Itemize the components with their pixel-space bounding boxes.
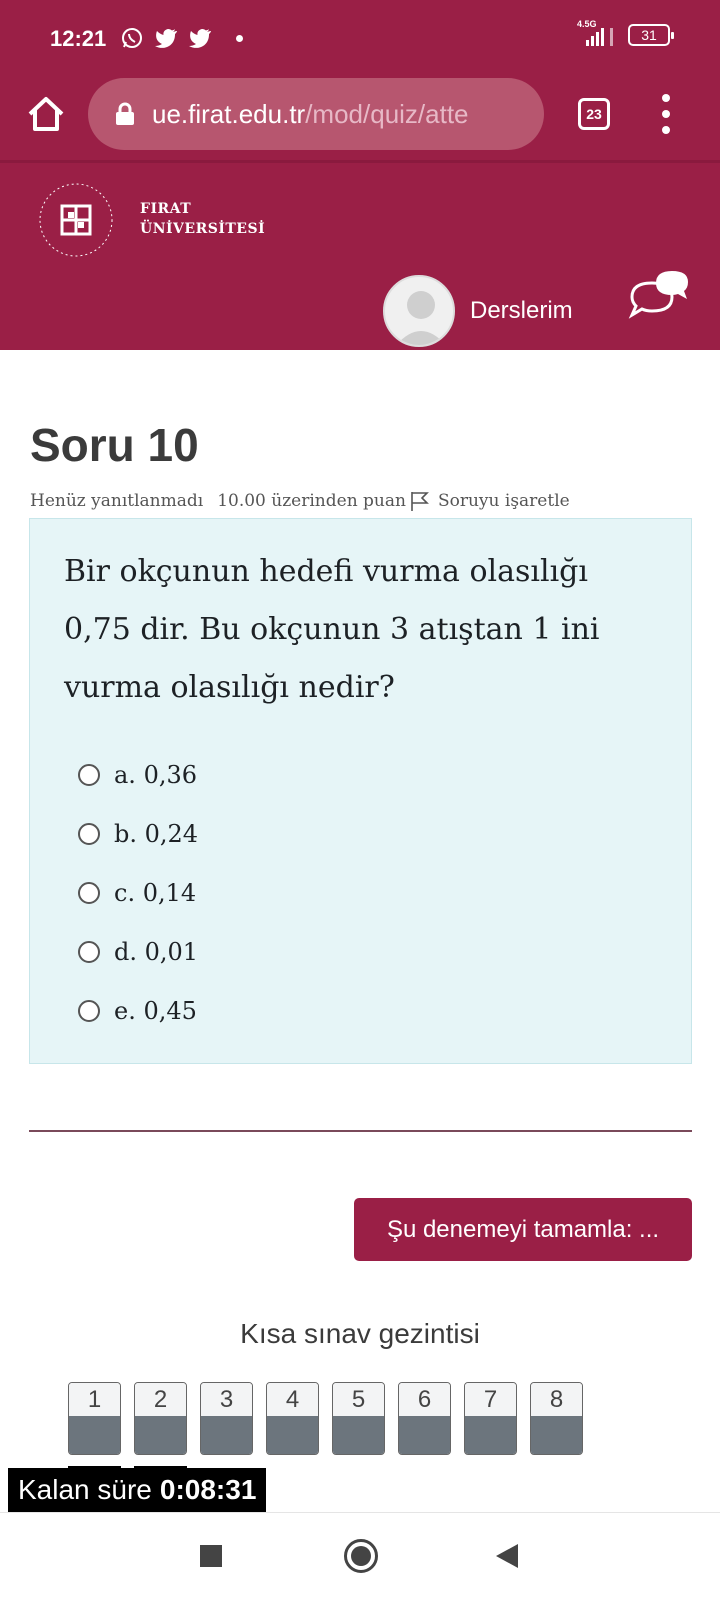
recents-button[interactable] [200,1545,222,1567]
answer-option[interactable]: d. 0,01 [78,922,198,981]
address-bar[interactable]: ue.firat.edu.tr/mod/quiz/atte [88,78,544,150]
radio-button[interactable] [78,763,100,786]
messages-icon[interactable] [626,267,690,323]
status-bar: 12:21 4.5G 31 [0,0,720,78]
question-nav-number: 8 [531,1383,582,1416]
twitter-icon [155,29,177,48]
university-seal-logo[interactable] [12,177,122,259]
logo-line-1: FIRAT [140,201,192,217]
answer-option[interactable]: a. 0,36 [78,745,198,804]
option-label: e. 0,45 [114,996,197,1025]
option-label: d. 0,01 [114,937,199,966]
question-nav-number: 6 [399,1383,450,1416]
question-nav-button[interactable]: 3 [200,1382,253,1455]
question-info: Henüz yanıtlanmadı 10.00 üzerinden puan … [30,490,570,512]
question-status: Henüz yanıtlanmadı [30,491,204,511]
more-notifications-dot [236,34,243,42]
url-host: ue.firat.edu.tr [152,99,306,129]
timer-label: Kalan süre [18,1474,152,1505]
radio-button[interactable] [78,999,100,1022]
time-remaining: Kalan süre 0:08:31 [8,1468,267,1512]
whatsapp-icon [122,28,142,48]
question-nav-button[interactable]: 1 [68,1382,121,1455]
quiz-navigation-title: Kısa sınav gezintisi [240,1318,480,1349]
battery-icon: 31 [628,24,674,46]
quiz-navigation-grid: 1 2 3 4 5 6 7 8 [68,1382,583,1455]
finish-attempt-button[interactable]: Şu denemeyi tamamla: ... [354,1198,692,1261]
tab-count: 23 [586,106,602,122]
lock-icon [116,102,134,125]
radio-button[interactable] [78,881,100,904]
battery-level: 31 [641,27,657,43]
notification-icons [120,26,243,50]
university-name[interactable]: FIRAT ÜNİVERSİTESİ [140,199,265,239]
question-title: Soru 10 [30,419,199,471]
question-nav-button[interactable]: 7 [464,1382,517,1455]
network-type: 4.5G [577,19,597,29]
question-nav-number: 7 [465,1383,516,1416]
question-nav-number: 4 [267,1383,318,1416]
question-nav-number: 2 [135,1383,186,1416]
radio-button[interactable] [78,822,100,845]
answer-option[interactable]: e. 0,45 [78,981,198,1040]
question-nav-button[interactable]: 8 [530,1382,583,1455]
question-nav-button[interactable]: 6 [398,1382,451,1455]
flag-icon[interactable] [408,490,430,512]
answer-options: a. 0,36 b. 0,24 c. 0,14 d. 0,01 e. 0,45 [78,745,198,1040]
option-label: c. 0,14 [114,878,197,907]
timer-value: 0:08:31 [159,1474,257,1505]
site-header: FIRAT ÜNİVERSİTESİ Derslerim [0,163,720,350]
flag-question-link[interactable]: Soruyu işaretle [438,491,570,511]
twitter-icon [189,29,211,48]
back-button[interactable] [496,1544,518,1568]
status-time: 12:21 [50,26,107,51]
answer-option[interactable]: b. 0,24 [78,804,198,863]
browser-menu-icon[interactable] [660,94,672,134]
question-nav-number: 5 [333,1383,384,1416]
question-text: Bir okçunun hedefi vurma olasılığı 0,75 … [64,554,600,705]
user-avatar[interactable] [383,275,455,347]
option-label: b. 0,24 [114,819,199,848]
home-button[interactable] [344,1539,378,1573]
system-navigation-bar [0,1512,720,1600]
question-nav-button[interactable]: 4 [266,1382,319,1455]
my-courses-link[interactable]: Derslerim [470,297,573,325]
question-points: 10.00 üzerinden puan [217,491,406,511]
home-icon[interactable] [24,92,68,136]
question-nav-number: 3 [201,1383,252,1416]
url-path: /mod/quiz/atte [305,99,469,129]
option-label: a. 0,36 [114,760,198,789]
tab-switcher-button[interactable]: 23 [578,98,610,130]
question-nav-button[interactable]: 5 [332,1382,385,1455]
answer-option[interactable]: c. 0,14 [78,863,198,922]
status-right: 4.5G 31 [577,19,674,48]
logo-line-2: ÜNİVERSİTESİ [140,221,266,237]
radio-button[interactable] [78,940,100,963]
question-nav-button[interactable]: 2 [134,1382,187,1455]
content-divider [29,1130,692,1132]
signal-icon: 4.5G [577,19,620,48]
url-text: ue.firat.edu.tr/mod/quiz/atte [152,99,532,130]
question-box: Bir okçunun hedefi vurma olasılığı 0,75 … [29,518,692,1064]
question-nav-number: 1 [69,1383,120,1416]
browser-toolbar: ue.firat.edu.tr/mod/quiz/atte 23 [0,78,720,162]
